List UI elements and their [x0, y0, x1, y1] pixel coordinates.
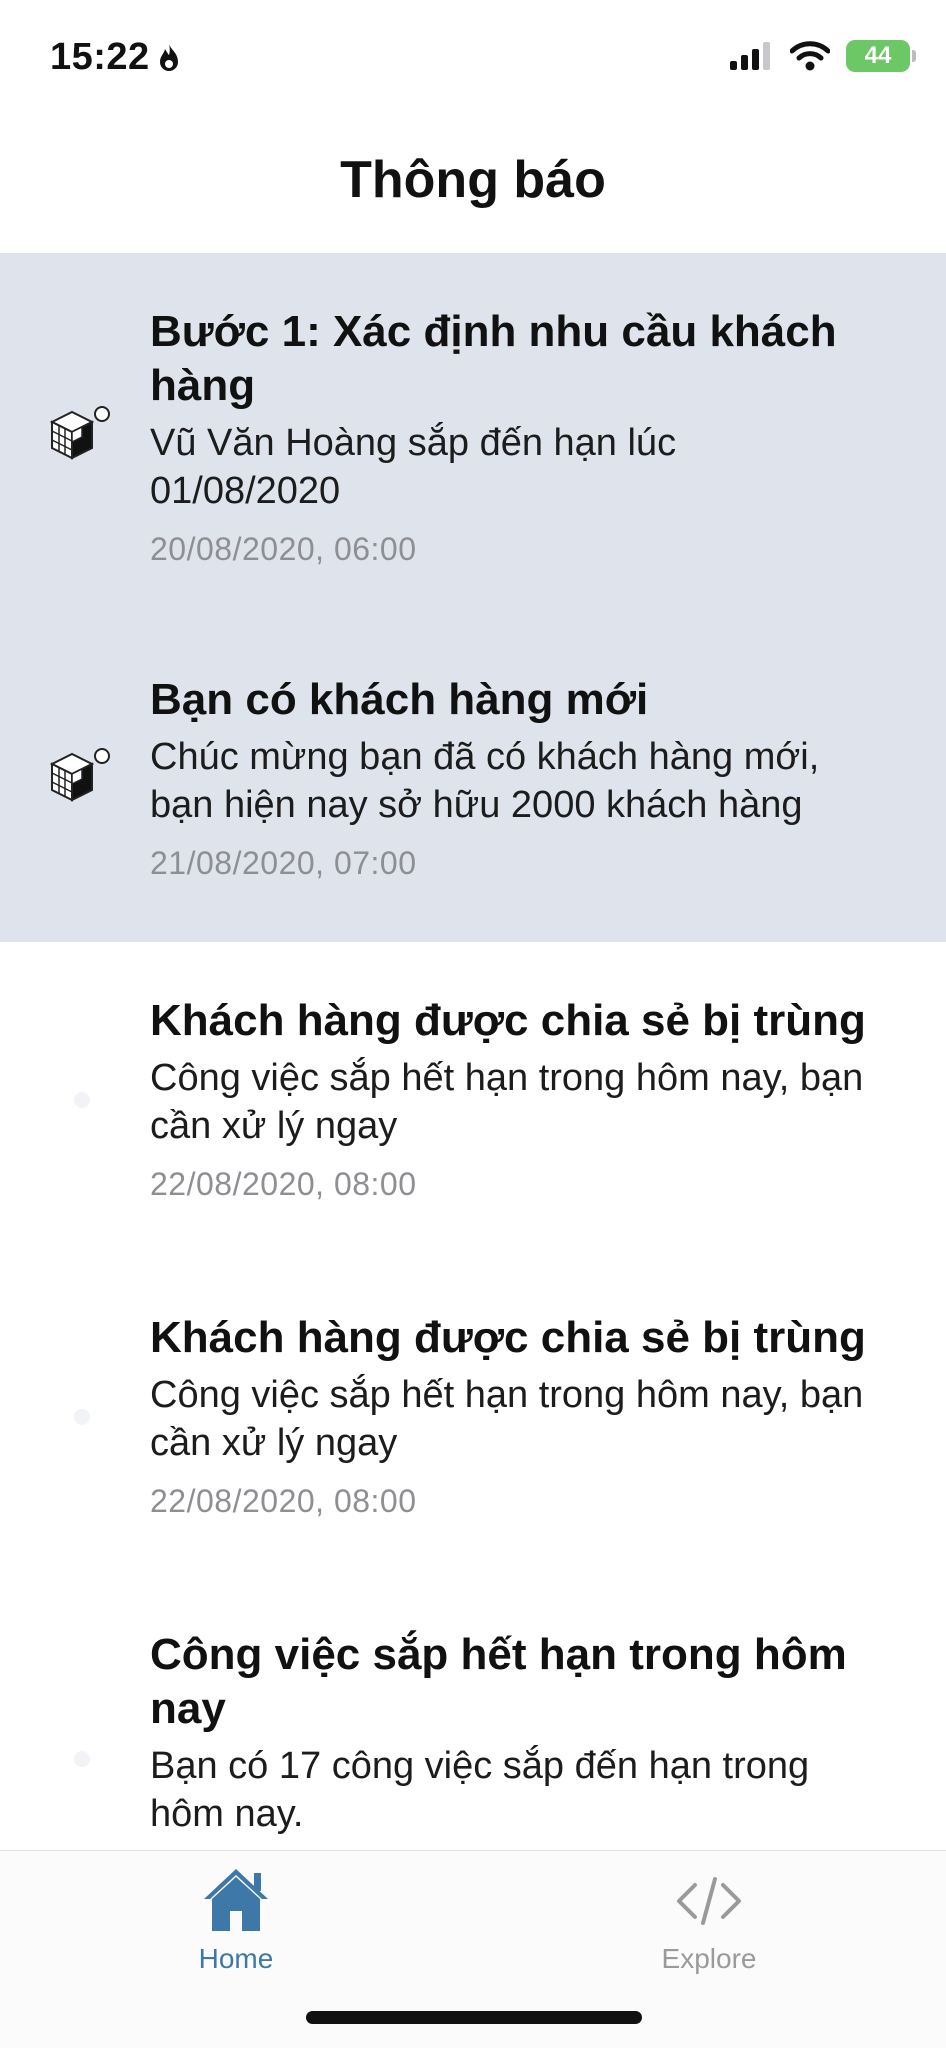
- status-icons: 44: [730, 40, 916, 72]
- page-title: Thông báo: [340, 151, 606, 209]
- cellular-signal-icon: [730, 42, 770, 70]
- notification-text: Bạn có khách hàng mới Chúc mừng bạn đã c…: [150, 673, 876, 883]
- status-time: 15:22: [50, 36, 182, 79]
- dot-icon: [74, 1409, 90, 1425]
- notification-time: 20/08/2020, 06:00: [150, 531, 417, 567]
- notification-title: Khách hàng được chia sẻ bị trùng: [150, 1313, 866, 1362]
- battery-indicator: 44: [846, 40, 916, 72]
- tab-home[interactable]: Home: [136, 1865, 336, 1975]
- cube-icon: [49, 406, 110, 460]
- home-icon: [204, 1869, 268, 1931]
- notification-item[interactable]: Bạn có khách hàng mới Chúc mừng bạn đã c…: [0, 571, 946, 942]
- dot-icon: [74, 1751, 90, 1767]
- battery-level: 44: [864, 42, 892, 69]
- cube-icon: [49, 748, 110, 802]
- tab-explore-label: Explore: [661, 1943, 757, 1974]
- notification-title: Công việc sắp hết hạn trong hôm nay: [150, 1630, 847, 1733]
- notification-body: Công việc sắp hết hạn trong hôm nay, bạn…: [150, 1374, 864, 1464]
- notification-item[interactable]: Công việc sắp hết hạn trong hôm nay Bạn …: [0, 1576, 946, 1850]
- code-icon: [677, 1877, 741, 1925]
- notification-item[interactable]: Khách hàng được chia sẻ bị trùng Công vi…: [0, 1259, 946, 1576]
- notification-body: Công việc sắp hết hạn trong hôm nay, bạn…: [150, 1057, 864, 1147]
- status-bar: 15:22 44: [0, 0, 946, 115]
- notification-list[interactable]: Bước 1: Xác định nhu cầu khách hàng Vũ V…: [0, 253, 946, 1850]
- notification-text: Công việc sắp hết hạn trong hôm nay Bạn …: [150, 1628, 876, 1838]
- notification-item[interactable]: Khách hàng được chia sẻ bị trùng Công vi…: [0, 942, 946, 1259]
- flame-icon: [159, 43, 178, 71]
- notification-time: 21/08/2020, 07:00: [150, 845, 417, 881]
- notification-body: Chúc mừng bạn đã có khách hàng mới, bạn …: [150, 736, 820, 826]
- dot-icon: [74, 1092, 90, 1108]
- notification-time: 22/08/2020, 08:00: [150, 1166, 417, 1202]
- notification-text: Bước 1: Xác định nhu cầu khách hàng Vũ V…: [150, 305, 876, 569]
- clock-text: 15:22: [50, 36, 150, 78]
- tab-explore[interactable]: Explore: [609, 1865, 809, 1975]
- notification-body: Bạn có 17 công việc sắp đến hạn trong hô…: [150, 1745, 810, 1835]
- notification-body: Vũ Văn Hoàng sắp đến hạn lúc 01/08/2020: [150, 422, 677, 512]
- notification-title: Bạn có khách hàng mới: [150, 675, 649, 724]
- home-indicator: [306, 2011, 642, 2024]
- notification-text: Khách hàng được chia sẻ bị trùng Công vi…: [150, 994, 876, 1204]
- notification-title: Khách hàng được chia sẻ bị trùng: [150, 996, 866, 1045]
- wifi-icon: [790, 41, 830, 71]
- notification-title: Bước 1: Xác định nhu cầu khách hàng: [150, 307, 837, 410]
- tab-home-label: Home: [198, 1943, 274, 1974]
- notification-time: 22/08/2020, 08:00: [150, 1483, 417, 1519]
- notification-item[interactable]: Bước 1: Xác định nhu cầu khách hàng Vũ V…: [0, 253, 946, 571]
- notification-text: Khách hàng được chia sẻ bị trùng Công vi…: [150, 1311, 876, 1521]
